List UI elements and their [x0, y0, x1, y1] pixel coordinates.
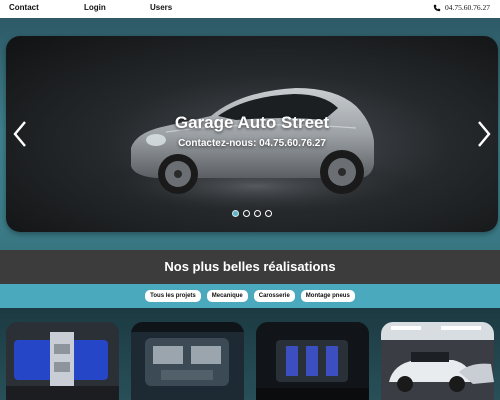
gallery-item-garage[interactable] [381, 322, 494, 400]
engine-bay-photo [131, 322, 244, 400]
section-title: Nos plus belles réalisations [164, 259, 336, 274]
hero-carousel[interactable]: Garage Auto Street Contactez-nous: 04.75… [6, 36, 498, 232]
chevron-right-icon [478, 121, 491, 147]
carousel-dot-3[interactable] [254, 210, 261, 217]
gallery-item-engine-bay[interactable] [131, 322, 244, 400]
engine-photo [6, 322, 119, 400]
filter-bar: Tous les projets Mecanique Carosserie Mo… [0, 290, 500, 302]
carousel-next-button[interactable] [476, 120, 492, 148]
header-phone[interactable]: 04.75.60.76.27 [433, 3, 490, 12]
carousel-dot-4[interactable] [265, 210, 272, 217]
filter-carosserie[interactable]: Carosserie [253, 290, 295, 302]
car-photo [86, 88, 426, 216]
carousel-indicators [6, 210, 498, 217]
top-navbar: Contact Login Users 04.75.60.76.27 [0, 0, 500, 18]
carousel-prev-button[interactable] [12, 120, 28, 148]
carousel-subtitle: Contactez-nous: 04.75.60.76.27 [178, 138, 326, 149]
chevron-left-icon [13, 121, 26, 147]
gallery-item-engine-detail[interactable] [256, 322, 369, 400]
carousel-title: Garage Auto Street [174, 113, 330, 132]
engine-detail-photo [256, 322, 369, 400]
gallery-item-engine[interactable] [6, 322, 119, 400]
filter-montage-pneus[interactable]: Montage pneus [300, 290, 355, 302]
filter-all-projects[interactable]: Tous les projets [145, 290, 201, 302]
header-phone-number: 04.75.60.76.27 [445, 3, 490, 12]
nav-link-users[interactable]: Users [150, 3, 172, 12]
phone-icon [433, 4, 441, 11]
carousel-dot-1[interactable] [232, 210, 239, 217]
nav-link-contact[interactable]: Contact [9, 3, 39, 12]
garage-cars-photo [381, 322, 494, 400]
carousel-dot-2[interactable] [243, 210, 250, 217]
filter-mecanique[interactable]: Mecanique [206, 290, 248, 302]
nav-link-login[interactable]: Login [84, 3, 106, 12]
